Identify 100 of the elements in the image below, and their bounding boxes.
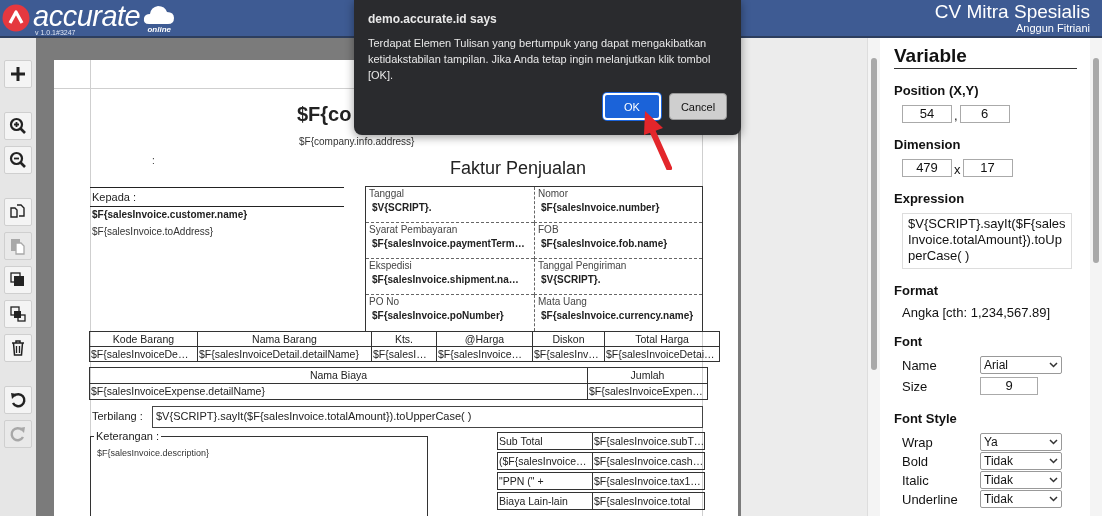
section-title: Position (X,Y)	[894, 83, 980, 98]
zoom-in-icon	[9, 117, 27, 135]
scrollbar[interactable]	[1090, 38, 1102, 516]
dropdown[interactable]: Ya	[980, 433, 1062, 451]
column-header: Nama Biaya	[89, 367, 588, 384]
section-title: Font Style	[894, 411, 958, 426]
logo-subtitle: online	[147, 24, 171, 34]
field-label: Ekspedisi	[369, 260, 413, 271]
field-label: Nomor	[538, 188, 569, 199]
customer-name-field: $F{salesInvoice.customer.name}	[92, 209, 248, 220]
summary-label: "PPN (" +	[498, 474, 545, 489]
table-cell: $F{salesInvoiceDetai…	[604, 346, 720, 362]
expression-field[interactable]: $V{SCRIPT}.sayIt($F{salesInvoice.totalAmount}).toUpperCase( )	[902, 213, 1072, 269]
field-value: $F{salesInvoice.currency.name}	[540, 310, 695, 321]
redo-icon	[9, 425, 27, 443]
summary-value: $F{salesInvoice.tax1…	[592, 473, 704, 489]
field-label: Wrap	[902, 434, 934, 450]
field-value: $V{SCRIPT}.	[371, 202, 433, 213]
undo-button[interactable]	[4, 386, 32, 414]
address-field: $F{company.info.address}	[299, 136, 415, 147]
field-label: Syarat Pembayaran	[369, 224, 459, 235]
amount-words-field: $V{SCRIPT}.sayIt($F{salesInvoice.totalAmount}).toUpperCase( )	[152, 406, 703, 428]
number-field[interactable]: 54	[902, 105, 952, 123]
description-field: $F{salesInvoice.description}	[97, 448, 421, 458]
table-cell: $F{salesInvoiceDetail.detailName}	[197, 346, 372, 362]
ok-button[interactable]: OK	[603, 93, 661, 120]
dialog-title: demo.accurate.id says	[368, 12, 498, 26]
field-label: Italic	[902, 472, 930, 488]
column-header: @Harga	[436, 331, 533, 347]
paste-icon	[9, 237, 27, 255]
field-label: PO No	[369, 296, 400, 307]
bring-front-button[interactable]	[4, 266, 32, 294]
copy-icon	[9, 203, 27, 221]
zoom-in-button[interactable]	[4, 112, 32, 140]
number-field[interactable]: 17	[962, 159, 1013, 177]
format-text: Angka [cth: 1,234,567.89]	[901, 305, 1052, 320]
caret-icon	[1049, 477, 1058, 483]
logo-icon	[2, 4, 30, 32]
number-field[interactable]: 479	[902, 159, 952, 177]
panel-title: Variable	[894, 45, 1077, 69]
section-title: Font	[894, 334, 924, 349]
colon-text: :	[152, 155, 155, 166]
summary-value: $F{salesInvoice.cash…	[592, 453, 704, 469]
zoom-out-icon	[9, 151, 27, 169]
cloud-icon	[143, 4, 176, 25]
dropdown[interactable]: Tidak	[980, 490, 1062, 508]
summary-label: Biaya Lain-lain	[498, 494, 569, 509]
table-cell: $F{salesInv…	[532, 346, 605, 362]
zoom-out-button[interactable]	[4, 146, 32, 174]
number-field[interactable]: 6	[959, 105, 1010, 123]
field-value: $F{salesInvoice.number}	[540, 202, 661, 213]
dialog-message: Terdapat Elemen Tulisan yang bertumpuk yang dapat mengakibatkan ketidakstabilan tampilan. Jika Anda tetap ingin melanjutkan klik tombol [OK].	[368, 36, 712, 83]
undo-icon	[9, 391, 27, 409]
summary-value: $F{salesInvoice.total	[592, 493, 704, 509]
field-value: $F{salesInvoice.shipment.na…	[371, 274, 520, 285]
trash-icon	[9, 339, 27, 357]
field-value: $F{salesInvoice.paymentTerm…	[371, 238, 526, 249]
number-field[interactable]: 9	[980, 377, 1038, 395]
field-value: $F{salesInvoice.poNumber}	[371, 310, 505, 321]
amount-words-label: Terbilang :	[92, 410, 143, 422]
dropdown[interactable]: Tidak	[980, 471, 1062, 489]
column-header: Jumlah	[587, 367, 708, 384]
table-cell: $F{salesInvoiceExpen…	[587, 383, 708, 400]
report-heading: Faktur Penjualan	[450, 158, 587, 179]
send-back-icon	[9, 305, 27, 323]
field-label: Size	[902, 378, 929, 394]
field-value: $V{SCRIPT}.	[540, 274, 602, 285]
report-title: $F{co	[297, 103, 352, 126]
separator-text: x	[954, 162, 961, 177]
field-label: Name	[902, 357, 938, 373]
column-header: Diskon	[532, 331, 605, 347]
caret-icon	[1049, 458, 1058, 464]
field-value: $F{salesInvoice.fob.name}	[540, 238, 669, 249]
summary-value: $F{salesInvoice.subT…	[592, 433, 704, 449]
summary-label: ($F{salesInvoice…	[498, 454, 588, 469]
trash-button[interactable]	[4, 334, 32, 362]
table-cell: $F{salesInvoiceDe…	[89, 346, 198, 362]
caret-icon	[1049, 362, 1058, 368]
table-cell: $F{salesI…	[371, 346, 437, 362]
logo-text: accurate	[33, 2, 141, 29]
dropdown[interactable]: Arial	[980, 356, 1062, 374]
customer-address-field: $F{salesInvoice.toAddress}	[92, 226, 214, 237]
scrollbar[interactable]	[868, 38, 880, 516]
column-header: Kts.	[371, 331, 437, 347]
summary-label: Sub Total	[498, 434, 544, 449]
table-cell: $F{salesInvoice…	[436, 346, 533, 362]
dropdown[interactable]: Tidak	[980, 452, 1062, 470]
field-label: Tanggal Pengiriman	[538, 260, 628, 271]
send-back-button[interactable]	[4, 300, 32, 328]
field-label: Mata Uang	[538, 296, 588, 307]
cancel-button[interactable]: Cancel	[669, 93, 727, 120]
section-title: Expression	[894, 191, 966, 206]
plus-button[interactable]	[4, 60, 32, 88]
plus-icon	[9, 65, 27, 83]
copy-button[interactable]	[4, 198, 32, 226]
caret-icon	[1049, 439, 1058, 445]
notes-legend: Keterangan :	[94, 430, 161, 442]
column-header: Total Harga	[604, 331, 720, 347]
user-name: Anggun Fitriani	[1016, 23, 1090, 34]
caret-icon	[1049, 496, 1058, 502]
